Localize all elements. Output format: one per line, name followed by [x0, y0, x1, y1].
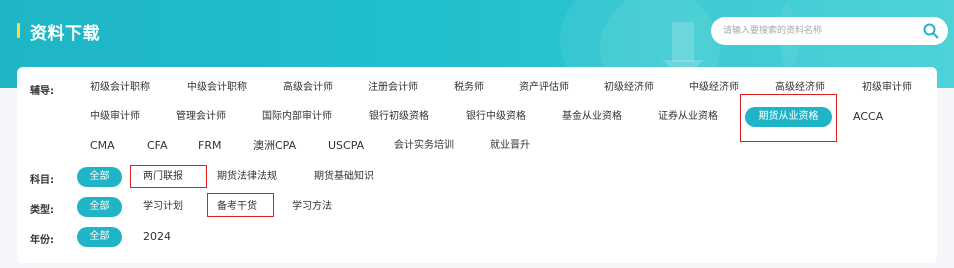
- filter-item-zhongji-kuaiji[interactable]: 中级会计职称: [187, 78, 247, 98]
- filter-item-chuji-shenji[interactable]: 初级审计师: [862, 78, 912, 98]
- filter-item-guoji-neibu-shenji[interactable]: 国际内部审计师: [262, 107, 332, 127]
- title-accent-bar: [17, 23, 20, 38]
- filter-item-yinhang-zhongji[interactable]: 银行中级资格: [466, 107, 526, 127]
- filter-panel: 辅导: 初级会计职称 中级会计职称 高级会计师 注册会计师 税务师 资产评估师 …: [17, 67, 937, 263]
- subject-all-pill[interactable]: 全部: [77, 167, 122, 187]
- year-all-pill[interactable]: 全部: [77, 227, 122, 247]
- filter-item-aozhou-cpa[interactable]: 澳洲CPA: [253, 136, 296, 156]
- download-page: 资料下载 辅导: 初级会计职称 中级会计职称 高级会计师 注册会计师 税务师 资…: [0, 0, 954, 268]
- filter-item-zhengquan-congye[interactable]: 证券从业资格: [658, 107, 718, 127]
- filter-item-chuji-jingji[interactable]: 初级经济师: [604, 78, 654, 98]
- filter-label-type: 类型:: [30, 205, 54, 216]
- type-item-xuexi-fangfa[interactable]: 学习方法: [292, 197, 332, 217]
- annotation-box-qihuo: [740, 94, 837, 142]
- filter-item-cma[interactable]: CMA: [90, 136, 115, 156]
- filter-item-zichan-pinggu[interactable]: 资产评估师: [519, 78, 569, 98]
- annotation-box-liangmen: [130, 165, 207, 188]
- filter-item-jiuye-jinsheng[interactable]: 就业晋升: [490, 136, 530, 156]
- filter-item-acca[interactable]: ACCA: [853, 107, 883, 127]
- filter-item-kuaiji-shiwu[interactable]: 会计实务培训: [394, 136, 454, 156]
- filter-item-cfa[interactable]: CFA: [147, 136, 168, 156]
- filter-item-yinhang-chuji[interactable]: 银行初级资格: [369, 107, 429, 127]
- filter-label-subject: 科目:: [30, 175, 54, 186]
- filter-item-zhongji-shenji[interactable]: 中级审计师: [90, 107, 140, 127]
- type-item-xuexi-jihua[interactable]: 学习计划: [143, 197, 183, 217]
- subject-item-qihuo-jichu[interactable]: 期货基础知识: [314, 167, 374, 187]
- filter-item-uscpa[interactable]: USCPA: [328, 136, 364, 156]
- year-item-2024[interactable]: 2024: [143, 227, 171, 247]
- download-arrow-icon: [662, 22, 704, 78]
- annotation-box-beikao: [207, 193, 274, 217]
- filter-item-chuji-kuaiji[interactable]: 初级会计职称: [90, 78, 150, 98]
- filter-label-coach: 辅导:: [30, 86, 54, 97]
- filter-item-cpa[interactable]: 注册会计师: [368, 78, 418, 98]
- type-all-pill[interactable]: 全部: [77, 197, 122, 217]
- subject-item-qihuo-falv[interactable]: 期货法律法规: [217, 167, 277, 187]
- search-icon[interactable]: [923, 23, 939, 39]
- filter-label-year: 年份:: [30, 235, 54, 246]
- filter-item-guanli-kuaiji[interactable]: 管理会计师: [176, 107, 226, 127]
- search-input[interactable]: [723, 21, 913, 41]
- filter-item-gaoji-kuaiji[interactable]: 高级会计师: [283, 78, 333, 98]
- filter-item-frm[interactable]: FRM: [198, 136, 221, 156]
- filter-item-jijin-congye[interactable]: 基金从业资格: [562, 107, 622, 127]
- page-title: 资料下载: [30, 24, 100, 44]
- filter-item-shuiwushi[interactable]: 税务师: [454, 78, 484, 98]
- search-box: [711, 17, 948, 45]
- filter-item-zhongji-jingji[interactable]: 中级经济师: [689, 78, 739, 98]
